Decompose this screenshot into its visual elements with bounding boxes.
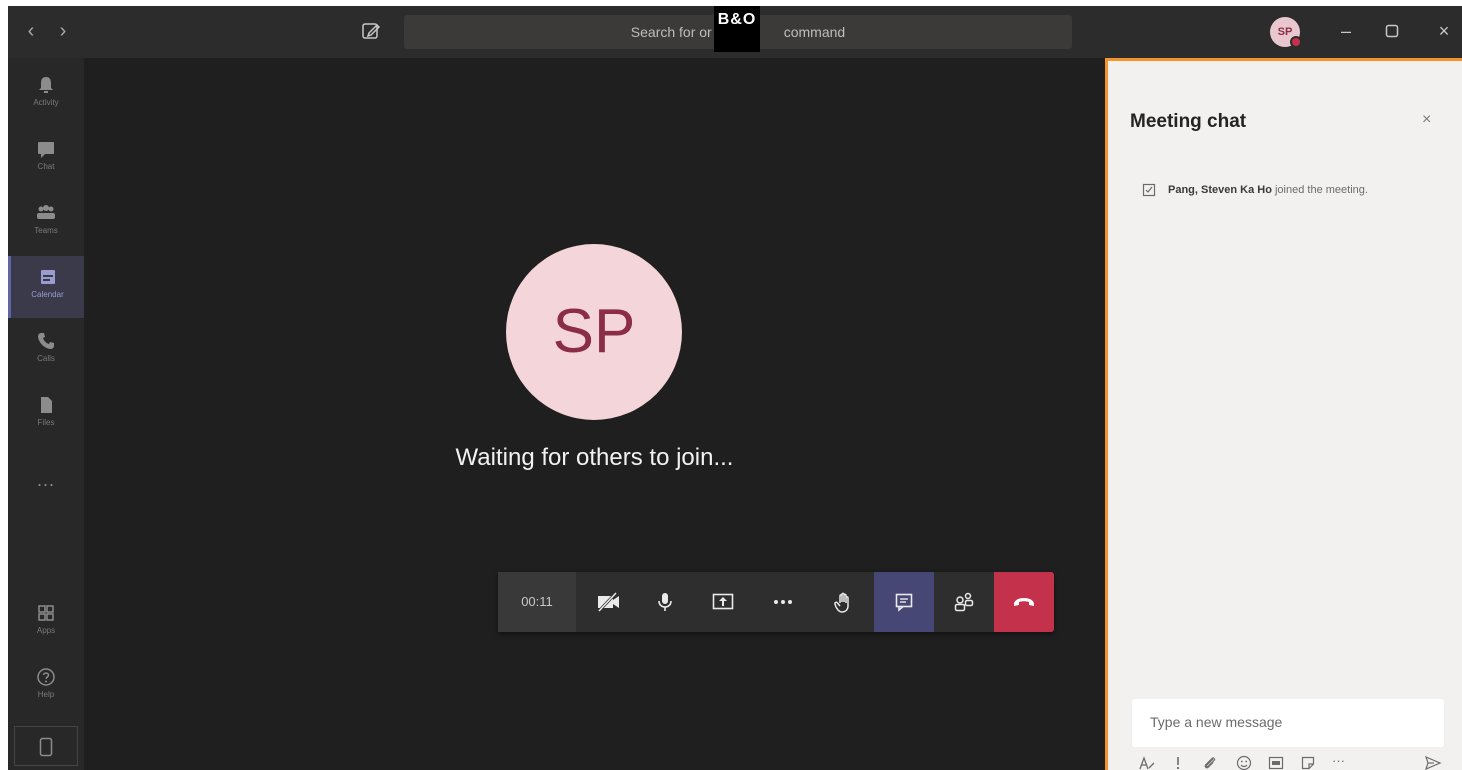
hang-up-icon [1014,598,1034,606]
more-apps-icon[interactable]: ... [8,470,84,491]
participant-avatar: SP [506,244,682,420]
rail-label-activity: Activity [33,98,59,107]
phone-icon [38,333,54,349]
rail-item-teams[interactable]: Teams [8,192,84,254]
waiting-message: Waiting for others to join... [455,444,734,471]
rail-label-calls: Calls [37,354,55,363]
search-placeholder-right: command [783,24,846,40]
rail-item-apps[interactable]: Apps [8,592,84,654]
app-rail: Activity Chat Teams Calendar Calls Files… [8,58,84,770]
conversation-icon [895,593,913,612]
raise-hand-button[interactable] [816,572,872,632]
system-message-text: joined the meeting. [1274,183,1368,196]
compose-toolbar: ··· [1132,753,1452,770]
close-chat-icon[interactable]: × [1422,111,1431,129]
meeting-stage: SP Waiting for others to join... 00:11 [84,58,1105,770]
search-placeholder-left: Search for or [630,24,712,40]
chat-icon [38,142,54,158]
rail-label-files: Files [37,418,55,427]
format-icon[interactable] [1138,755,1156,770]
hang-up-button[interactable] [994,572,1054,632]
call-timer: 00:11 [498,572,576,632]
teams-icon [37,205,55,219]
system-message-name: Pang, Steven Ka Ho [1168,183,1272,196]
chat-title: Meeting chat [1130,111,1247,132]
maximize-icon[interactable] [1380,20,1404,44]
back-arrow-icon[interactable]: ‹ [22,20,40,42]
new-chat-icon[interactable] [360,20,382,42]
rail-label-apps: Apps [36,626,56,635]
more-actions-button[interactable] [756,572,810,632]
title-bar: ‹ › Search for or command B&O SP – × [8,6,1462,58]
compose-box [1132,699,1444,747]
close-window-icon[interactable]: × [1432,20,1456,44]
call-controls: 00:11 [498,572,1054,632]
minimize-icon[interactable]: – [1334,20,1358,44]
send-icon[interactable] [1424,755,1442,770]
message-input[interactable] [1150,714,1430,730]
microphone-icon [658,593,672,611]
hand-icon [834,592,849,613]
meeting-chat-panel: Meeting chat × Pang, Steven Ka Ho joined… [1105,58,1462,770]
emoji-icon[interactable] [1236,755,1252,770]
gif-icon[interactable] [1268,755,1284,770]
important-icon[interactable] [1174,755,1182,770]
show-conversation-button[interactable] [874,572,934,632]
more-horizontal-icon [774,600,792,604]
rail-item-calls[interactable]: Calls [8,320,84,382]
camera-off-icon [597,591,619,613]
system-message: Pang, Steven Ka Ho joined the meeting. [1142,183,1368,197]
share-screen-icon [712,593,734,610]
more-options-icon[interactable]: ··· [1332,753,1345,768]
rail-label-help: Help [37,690,55,699]
camera-off-button[interactable] [582,572,636,632]
presence-busy-icon [1290,36,1302,48]
bo-logo: B&O [714,6,760,52]
participants-icon [954,592,974,612]
rail-item-files[interactable]: Files [8,384,84,446]
rail-label-calendar: Calendar [31,290,64,299]
rail-label-chat: Chat [37,162,55,171]
joined-meeting-icon [1142,183,1156,197]
calendar-icon [40,270,55,284]
help-icon [37,668,55,686]
rail-item-help[interactable]: Help [8,656,84,718]
file-icon [41,397,52,413]
show-participants-button[interactable] [936,572,992,632]
rail-item-calendar[interactable]: Calendar [8,256,84,318]
sticker-icon[interactable] [1300,755,1316,770]
rail-label-teams: Teams [34,226,58,235]
share-screen-button[interactable] [696,572,750,632]
device-icon[interactable] [14,726,78,766]
teams-window: ‹ › Search for or command B&O SP – × Acti… [8,6,1462,770]
apps-icon [38,605,54,621]
mic-button[interactable] [638,572,692,632]
attach-icon[interactable] [1202,755,1218,770]
forward-arrow-icon[interactable]: › [54,20,72,42]
rail-item-activity[interactable]: Activity [8,64,84,126]
rail-item-chat[interactable]: Chat [8,128,84,190]
bell-icon [39,77,53,93]
